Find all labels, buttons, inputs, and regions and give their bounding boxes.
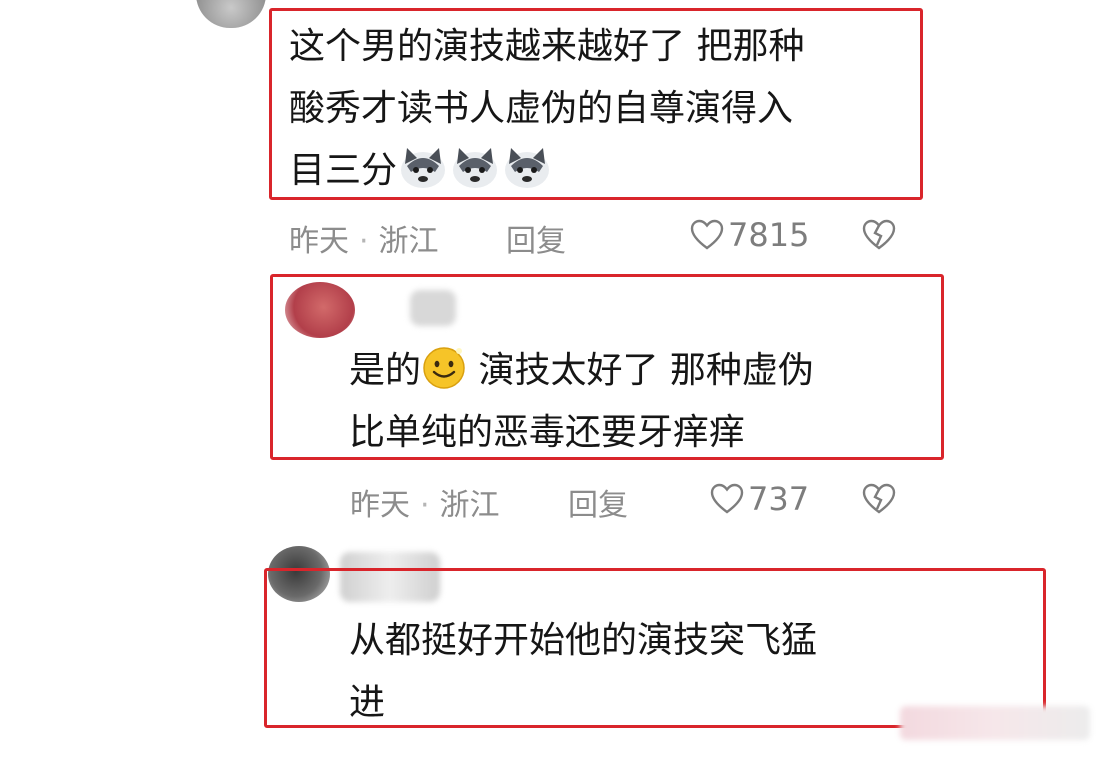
comment-location: 浙江	[378, 224, 439, 259]
reply-button[interactable]: 回复	[506, 216, 566, 260]
comment-time: 昨天	[350, 488, 410, 523]
comment-text: 从都挺好开始他的演技突飞猛 进	[349, 610, 817, 734]
smiley-face-icon	[421, 344, 467, 410]
comment-line: 酸秀才读书人虚伪的自尊演得入	[289, 88, 794, 129]
heart-outline-icon	[690, 219, 724, 250]
separator-dot: ·	[359, 224, 369, 259]
heart-outline-icon	[710, 483, 744, 514]
comment-line: 从都挺好开始他的演技突飞猛	[349, 620, 818, 661]
comment-meta: 昨天 · 浙江	[350, 480, 500, 524]
watermark-blurred	[900, 706, 1090, 740]
dislike-button[interactable]	[862, 483, 896, 519]
comment-line: 是的 演技太好了 那种虚伪	[349, 340, 814, 402]
separator-dot: ·	[420, 488, 430, 523]
comment-line-text: 是的	[349, 350, 422, 391]
like-button[interactable]: 7815	[690, 216, 809, 254]
comment-location: 浙江	[439, 488, 500, 523]
broken-heart-icon	[862, 219, 896, 250]
dislike-button[interactable]	[862, 219, 896, 255]
comment-line: 比单纯的恶毒还要牙痒痒	[349, 412, 746, 453]
avatar[interactable]	[196, 0, 266, 28]
like-count: 737	[748, 480, 810, 518]
comment-line-text: 演技太好了 那种虚伪	[467, 350, 814, 391]
comment-text: 这个男的演技越来越好了 把那种 酸秀才读书人虚伪的自尊演得入 目三分	[289, 16, 804, 202]
like-count: 7815	[728, 216, 810, 254]
comment-text: 是的 演技太好了 那种虚伪 比单纯的恶毒还要牙痒痒	[349, 340, 814, 464]
broken-heart-icon	[862, 483, 896, 514]
comment-line-text: 目三分	[289, 150, 398, 191]
comment-time: 昨天	[289, 224, 349, 259]
husky-dog-icon	[397, 144, 553, 210]
reply-button[interactable]: 回复	[568, 480, 628, 524]
like-button[interactable]: 737	[710, 480, 809, 518]
comment-line: 目三分	[289, 140, 804, 202]
comment-line: 这个男的演技越来越好了 把那种	[289, 26, 805, 67]
comment-line: 进	[349, 682, 386, 723]
comment-meta: 昨天 · 浙江	[289, 216, 439, 260]
